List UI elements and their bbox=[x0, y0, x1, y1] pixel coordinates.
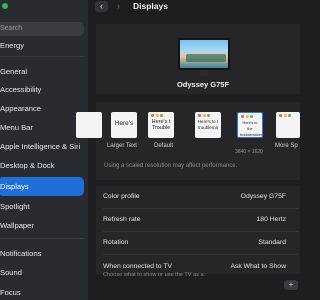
resolution-preview-text: Here's bbox=[114, 120, 134, 127]
display-name-wrap: Odyssey G75F bbox=[158, 80, 248, 89]
rotation-row[interactable]: Rotation Standard bbox=[96, 232, 304, 254]
chevron-left-icon[interactable]: ‹ bbox=[95, 1, 108, 12]
resolution-option-selected[interactable]: Here's to the troublemakers bbox=[237, 112, 263, 138]
sidebar-divider bbox=[0, 56, 84, 57]
color-profile-select[interactable]: Odyssey G75F bbox=[241, 193, 286, 200]
row-divider bbox=[103, 254, 298, 255]
sidebar-item-desktop-dock[interactable]: Desktop & Dock bbox=[0, 156, 84, 175]
resolution-option-larger-text[interactable]: Here's bbox=[111, 112, 137, 138]
resolution-note: Using a scaled resolution may affect per… bbox=[104, 163, 238, 169]
sidebar-item-energy[interactable]: Energy bbox=[0, 36, 84, 55]
add-button[interactable]: + bbox=[284, 280, 298, 290]
refresh-rate-select[interactable]: 180 Hertz bbox=[257, 216, 286, 223]
sidebar-item-menu-bar[interactable]: Menu Bar bbox=[0, 118, 84, 137]
refresh-rate-row[interactable]: Refresh rate 180 Hertz bbox=[96, 209, 304, 231]
row-label: Color profile bbox=[103, 193, 140, 200]
page-title: Displays bbox=[133, 1, 168, 11]
row-label: Refresh rate bbox=[103, 216, 141, 223]
sidebar-item-spotlight[interactable]: Spotlight bbox=[0, 197, 84, 216]
sidebar-divider bbox=[0, 238, 84, 239]
resolution-preview-text: Here's to the troublemakers bbox=[240, 121, 263, 137]
window-dots bbox=[276, 112, 300, 117]
resolution-option-3[interactable]: Here's to t troublema bbox=[195, 112, 221, 138]
toolbar: ‹ › Displays bbox=[88, 0, 300, 14]
color-profile-row[interactable]: Color profile Odyssey G75F bbox=[96, 186, 304, 208]
sidebar-item-focus[interactable]: Focus bbox=[0, 283, 84, 300]
resolution-option-more-space[interactable] bbox=[276, 112, 300, 138]
row-label: When connected to TV bbox=[103, 263, 173, 270]
sidebar-item-displays[interactable]: Displays bbox=[0, 177, 84, 196]
row-label: Rotation bbox=[103, 239, 129, 246]
resolution-label-larger-text: Larger Text bbox=[107, 143, 137, 149]
tv-select[interactable]: Ask What to Show bbox=[230, 263, 286, 270]
resolution-label-more-space: More Sp bbox=[275, 143, 298, 149]
window-dots bbox=[195, 112, 221, 117]
resolution-option[interactable] bbox=[76, 112, 102, 138]
resolution-preview-text: Here's t Trouble bbox=[151, 119, 171, 131]
resolution-preview-text: Here's to t troublema bbox=[197, 119, 219, 130]
sidebar-item-notifications[interactable]: Notifications bbox=[0, 244, 84, 263]
resolution-option-default[interactable]: Here's t Trouble bbox=[148, 112, 174, 138]
sidebar-item-general[interactable]: General bbox=[0, 62, 84, 81]
row-sublabel: Choose what to show or use the TV as a bbox=[103, 272, 204, 278]
monitor-icon[interactable] bbox=[178, 38, 230, 70]
tv-row[interactable]: When connected to TV Ask What to Show Ch… bbox=[96, 256, 304, 278]
window-dots bbox=[238, 113, 262, 118]
sidebar-item-wallpaper[interactable]: Wallpaper bbox=[0, 216, 84, 235]
resolution-label-default: Default bbox=[154, 143, 174, 149]
sidebar-item-sound[interactable]: Sound bbox=[0, 263, 84, 282]
sidebar-item-appearance[interactable]: Appearance bbox=[0, 99, 84, 118]
sidebar-item-accessibility[interactable]: Accessibility bbox=[0, 80, 84, 99]
resolution-size: 3840 × 1620 bbox=[235, 149, 263, 155]
search-input[interactable]: Search bbox=[0, 22, 84, 36]
window-dots bbox=[148, 112, 174, 117]
display-name: Odyssey G75F bbox=[176, 80, 230, 89]
chevron-right-icon[interactable]: › bbox=[112, 1, 125, 12]
rotation-select[interactable]: Standard bbox=[258, 239, 286, 246]
monitor-stand bbox=[200, 70, 208, 76]
window-zoom-button[interactable] bbox=[2, 3, 8, 9]
sidebar-item-apple-intelligence[interactable]: Apple Intelligence & Siri bbox=[0, 137, 84, 156]
sidebar: Search Energy General Accessibility Appe… bbox=[0, 0, 88, 300]
